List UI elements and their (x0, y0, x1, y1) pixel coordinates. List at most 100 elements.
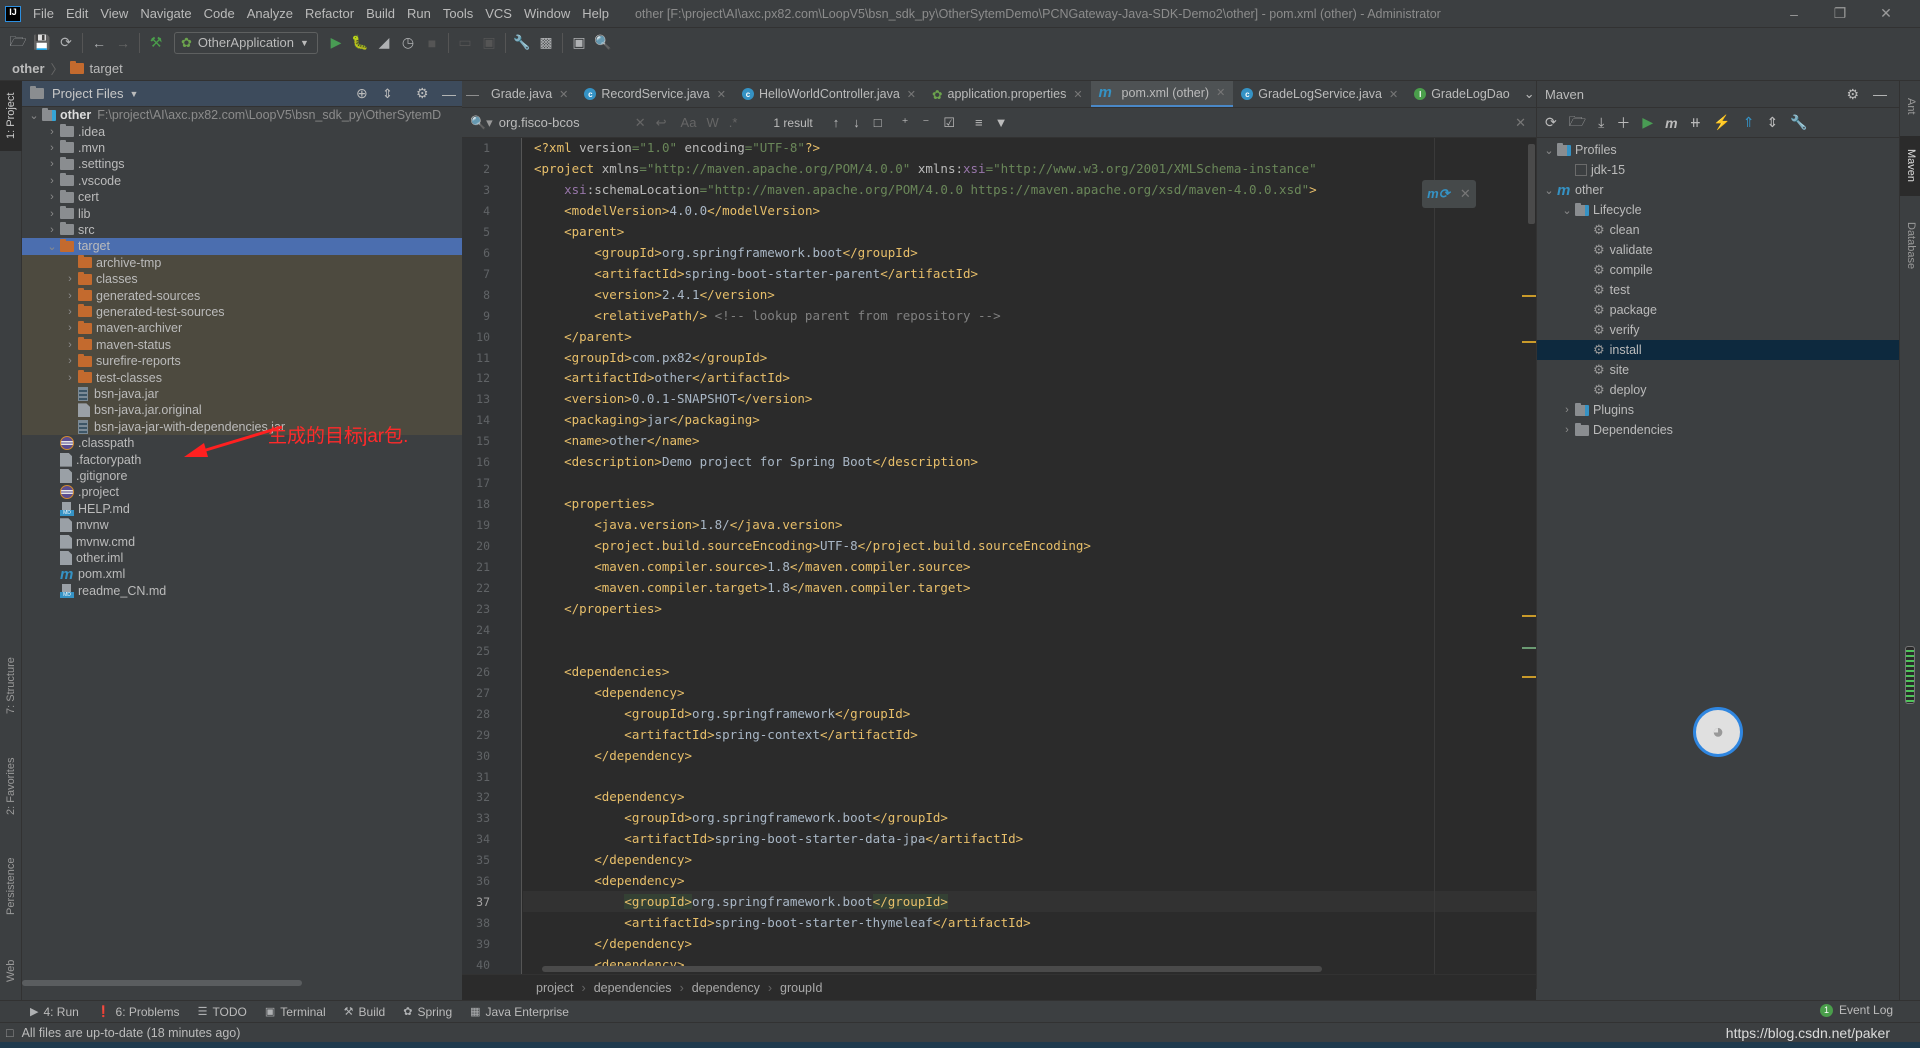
gear-icon[interactable]: ⚙ (1846, 86, 1859, 103)
maven-tree-item[interactable]: ⚙ clean (1537, 220, 1899, 240)
close-tab-icon[interactable]: ✕ (1216, 86, 1225, 99)
run-with-coverage-icon[interactable]: ◢ (372, 31, 396, 55)
memory-indicator[interactable] (1905, 646, 1915, 704)
chevron-right-icon[interactable]: › (44, 126, 60, 138)
close-tab-icon[interactable]: ✕ (717, 88, 726, 101)
maven-tree-item[interactable]: ⌄ Lifecycle (1537, 200, 1899, 220)
maven-goal-icon[interactable]: m (1665, 115, 1677, 131)
run-configuration-select[interactable]: ✿ OtherApplication ▼ (174, 31, 318, 54)
skip-tests-icon[interactable]: ⚡ (1713, 114, 1730, 131)
run-icon[interactable]: ▶ (324, 31, 348, 55)
chevron-down-icon[interactable]: ⌄ (26, 109, 42, 122)
hide-panel-icon[interactable]: — (1873, 86, 1887, 102)
close-find-bar-icon[interactable]: ✕ (1515, 115, 1526, 131)
project-structure-icon[interactable]: ▩ (534, 31, 558, 55)
bottom-tab[interactable]: ▦ Java Enterprise (470, 1005, 569, 1019)
bottom-tab[interactable]: ☰ TODO (198, 1005, 247, 1019)
tool-tab-favorites[interactable]: 2: Favorites (0, 741, 22, 831)
locate-icon[interactable]: ⊕ (356, 85, 368, 102)
maven-tree-item[interactable]: ⚙ install (1537, 340, 1899, 360)
breadcrumb-item[interactable]: dependency (692, 981, 760, 995)
chevron-right-icon[interactable]: › (62, 355, 78, 367)
tabs-overflow-icon[interactable]: ⌄ (1524, 86, 1535, 102)
editor-tab[interactable]: c HelloWorldController.java ✕ (734, 81, 924, 107)
menu-edit[interactable]: Edit (60, 6, 94, 21)
editor-tab[interactable]: I GradeLogDao (1406, 81, 1518, 107)
menu-analyze[interactable]: Analyze (241, 6, 299, 21)
bottom-tab[interactable]: ❗ 6: Problems (97, 1005, 180, 1019)
editor-tab[interactable]: c GradeLogService.java ✕ (1233, 81, 1406, 107)
chevron-right-icon[interactable]: › (44, 191, 60, 203)
typo-stripe[interactable] (1522, 647, 1536, 649)
previous-occurrence-icon[interactable]: ↑ (833, 115, 840, 130)
tool-tab-maven[interactable]: Maven (1900, 136, 1920, 196)
filter-icon[interactable]: ▼ (995, 115, 1008, 130)
maven-tree-item[interactable]: jdk-15 (1537, 160, 1899, 180)
deploy-icon[interactable]: ▣ (477, 31, 501, 55)
match-case-toggle[interactable]: Aa (681, 115, 697, 130)
chevron-right-icon[interactable]: › (44, 224, 60, 236)
chevron-down-icon[interactable]: ⌄ (1559, 204, 1575, 217)
tree-item[interactable]: › .mvn (22, 140, 462, 156)
hide-panel-icon[interactable]: — (442, 86, 456, 102)
tree-item[interactable]: mvnw (22, 517, 462, 533)
menu-run[interactable]: Run (401, 6, 437, 21)
maven-load-changes-popup[interactable]: m⟳ ✕ (1422, 180, 1476, 208)
menu-file[interactable]: File (27, 6, 60, 21)
maven-tree-item[interactable]: ⚙ site (1537, 360, 1899, 380)
maven-tree-item[interactable]: ⌄ m other (1537, 180, 1899, 200)
search-icon[interactable]: 🔍 (591, 31, 615, 55)
close-tab-icon[interactable]: ✕ (1389, 88, 1398, 101)
collapse-all-icon[interactable]: ⇕ (1766, 114, 1778, 131)
tree-item[interactable]: bsn-java.jar (22, 385, 462, 403)
chevron-down-icon[interactable]: ⌄ (1541, 144, 1557, 157)
forward-icon[interactable]: → (111, 31, 135, 55)
maven-tree-item[interactable]: ⚙ deploy (1537, 380, 1899, 400)
code-editor[interactable]: 1 2 3 4 5 6 7 8 9 10 11 12 13 14 15 16 17 18 19 20 21 22 23 24 2… (462, 138, 1536, 974)
chevron-right-icon[interactable]: › (62, 290, 78, 302)
editor-tab[interactable]: c RecordService.java ✕ (576, 81, 734, 107)
close-tab-icon[interactable]: ✕ (559, 88, 568, 101)
status-toggle-icon[interactable]: □ (6, 1026, 14, 1040)
search-input[interactable]: org.fisco-bcos (499, 115, 629, 130)
tree-item[interactable]: mvnw.cmd (22, 533, 462, 549)
chevron-right-icon[interactable]: › (44, 208, 60, 220)
chevron-right-icon[interactable]: › (62, 273, 78, 285)
chevron-right-icon[interactable]: › (62, 306, 78, 318)
maven-tree-item[interactable]: ⚙ compile (1537, 260, 1899, 280)
tree-item[interactable]: .project (22, 484, 462, 500)
bottom-tab[interactable]: ▶ 4: Run (30, 1005, 79, 1019)
chevron-right-icon[interactable]: › (1559, 404, 1575, 416)
bottom-tab[interactable]: ✿ Spring (403, 1005, 452, 1019)
debug-icon[interactable]: 🐛 (348, 31, 372, 55)
profile-icon[interactable]: ◷ (396, 31, 420, 55)
editor-tab[interactable]: Grade.java ✕ (483, 81, 576, 107)
nav-project[interactable]: other (12, 61, 45, 76)
new-line-icon[interactable]: ↩ (656, 115, 667, 131)
tree-item[interactable]: › surefire-reports (22, 353, 462, 370)
maven-tree-item[interactable]: ⌄ Profiles (1537, 140, 1899, 160)
search-history-icon[interactable]: 🔍▾ (470, 115, 493, 131)
settings-wrench-icon[interactable]: 🔧 (510, 31, 534, 55)
tree-item[interactable]: › .settings (22, 156, 462, 172)
assistant-avatar[interactable]: ◕ (1693, 707, 1743, 757)
maven-tree-item[interactable]: ⚙ package (1537, 300, 1899, 320)
nav-folder[interactable]: target (90, 61, 123, 76)
select-all-occurrences-icon[interactable]: □ (874, 115, 882, 130)
show-dependencies-icon[interactable]: ⇑ (1743, 114, 1755, 131)
warning-stripe[interactable] (1522, 295, 1536, 297)
close-tab-icon[interactable]: ✕ (907, 88, 916, 101)
menu-navigate[interactable]: Navigate (134, 6, 197, 21)
event-log-button[interactable]: 1 Event Log (1820, 1003, 1893, 1017)
filter-lines-icon[interactable]: ≡ (975, 115, 983, 130)
bottom-tab[interactable]: ▣ Terminal (265, 1005, 326, 1019)
tool-tab-database[interactable]: Database (1900, 206, 1920, 286)
add-maven-project-icon[interactable]: ＋ (1616, 113, 1630, 133)
run-goal-icon[interactable]: ▶ (1642, 114, 1653, 131)
whole-words-toggle[interactable]: W (706, 115, 718, 130)
tool-tab-structure[interactable]: 7: Structure (0, 641, 22, 731)
chevron-right-icon[interactable]: › (62, 372, 78, 384)
bottom-tab[interactable]: ⚒ Build (344, 1005, 386, 1019)
regex-toggle[interactable]: .* (729, 115, 738, 130)
next-occurrence-icon[interactable]: ↓ (853, 115, 860, 130)
